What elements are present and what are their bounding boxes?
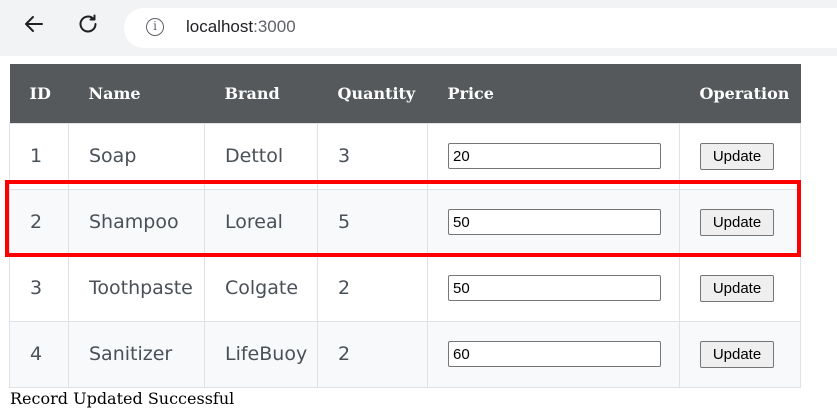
cell-price [427, 254, 680, 322]
cell-name: Shampoo [68, 188, 205, 256]
header-name: Name [68, 64, 205, 123]
header-brand: Brand [204, 64, 318, 123]
cell-quantity: 2 [317, 254, 428, 322]
cell-quantity: 2 [317, 320, 428, 388]
cell-operation: Update [679, 320, 801, 388]
cell-id: 3 [9, 254, 69, 322]
cell-price [427, 320, 680, 388]
url-port: :3000 [253, 17, 296, 36]
cell-name: Toothpaste [68, 254, 205, 322]
cell-operation: Update [679, 254, 801, 322]
address-bar[interactable]: i localhost:3000 [124, 8, 837, 48]
back-button[interactable] [20, 10, 48, 38]
cell-operation: Update [679, 188, 801, 256]
url-host: localhost [186, 17, 254, 36]
url-text: localhost:3000 [186, 17, 296, 37]
cell-price [427, 188, 680, 256]
cell-id: 1 [9, 122, 69, 190]
status-message: Record Updated Successful [10, 389, 235, 408]
reload-icon [79, 14, 97, 33]
header-operation: Operation [679, 64, 801, 123]
table-row: 1 Soap Dettol 3 Update [9, 122, 801, 190]
arrow-left-icon [25, 16, 43, 32]
cell-quantity: 3 [317, 122, 428, 190]
update-button[interactable]: Update [700, 142, 774, 170]
table-row: 3 Toothpaste Colgate 2 Update [9, 254, 801, 322]
products-table: ID Name Brand Quantity Price Operation 1… [9, 64, 801, 388]
cell-price [427, 122, 680, 190]
table-header-row: ID Name Brand Quantity Price Operation [9, 64, 801, 123]
header-price: Price [427, 64, 680, 123]
reload-button[interactable] [74, 10, 102, 38]
cell-brand: Dettol [204, 122, 318, 190]
cell-brand: LifeBuoy [204, 320, 318, 388]
header-id: ID [9, 64, 69, 123]
header-quantity: Quantity [317, 64, 428, 123]
browser-toolbar: i localhost:3000 [0, 0, 837, 56]
cell-brand: Loreal [204, 188, 318, 256]
update-button[interactable]: Update [700, 340, 774, 368]
table-row: 2 Shampoo Loreal 5 Update [9, 188, 801, 256]
update-button[interactable]: Update [700, 274, 774, 302]
cell-id: 4 [9, 320, 69, 388]
price-input[interactable] [448, 143, 661, 169]
cell-quantity: 5 [317, 188, 428, 256]
table-row: 4 Sanitizer LifeBuoy 2 Update [9, 320, 801, 388]
cell-id: 2 [9, 188, 69, 256]
cell-name: Sanitizer [68, 320, 205, 388]
price-input[interactable] [448, 341, 661, 367]
cell-name: Soap [68, 122, 205, 190]
price-input[interactable] [448, 209, 661, 235]
cell-brand: Colgate [204, 254, 318, 322]
cell-operation: Update [679, 122, 801, 190]
price-input[interactable] [448, 275, 661, 301]
info-icon[interactable]: i [146, 18, 164, 36]
update-button[interactable]: Update [700, 208, 774, 236]
